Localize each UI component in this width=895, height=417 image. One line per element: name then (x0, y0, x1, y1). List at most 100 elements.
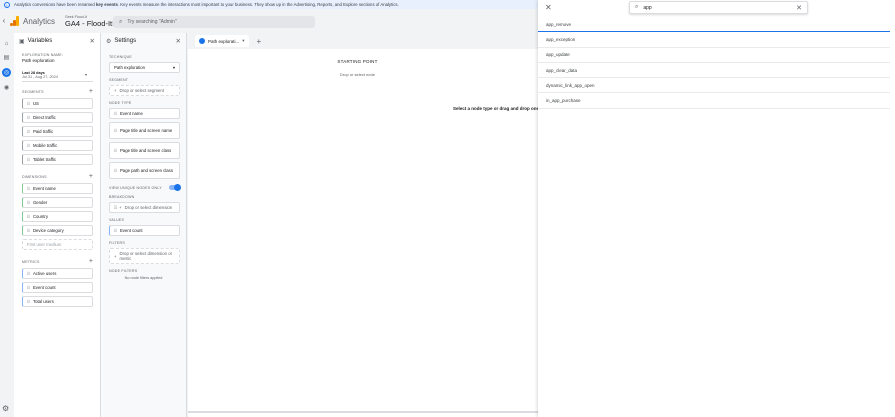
drag-handle-icon: ⠿ (27, 285, 30, 290)
explore-icon[interactable]: ◎ (2, 68, 11, 77)
segment-chip[interactable]: ⠿ Direct traffic (22, 112, 93, 123)
node-filters-label: NODE FILTERS (109, 269, 138, 273)
drag-handle-icon: ⠿ (27, 299, 30, 304)
exploration-name[interactable]: Path exploration (22, 58, 100, 63)
drag-handle-icon: ⠿ (114, 148, 117, 153)
app-header: ‹ Analytics Geek Flood-It GA4 - Flood-It… (0, 9, 538, 33)
dimension-chip-label: Event name (32, 186, 56, 191)
segment-chip[interactable]: ⠿ US (22, 98, 93, 109)
chevron-down-icon[interactable]: ▾ (242, 38, 244, 44)
add-metric-icon[interactable]: + (89, 258, 93, 265)
segment-chip-label: Mobile traffic (32, 143, 58, 148)
search-bar[interactable]: ⌕ Try searching "Admin" (113, 16, 315, 28)
filters-add-label: Drop or select dimension or metric (119, 251, 173, 261)
exploration-canvas: Path explorati... ▾ + STARTING POINT Dro… (188, 33, 544, 417)
exploration-name-label: EXPLORATION NAME: (22, 53, 64, 57)
node-type-chip[interactable]: ⠿ Page title and screen class (109, 142, 180, 159)
horizontal-scrollbar[interactable] (188, 411, 538, 413)
node-type-label: Page title and screen class (119, 148, 172, 153)
close-icon[interactable]: ✕ (90, 37, 95, 45)
dimension-chip[interactable]: ⠿ Gender (22, 197, 93, 208)
node-result-item[interactable]: app_remove (538, 17, 890, 33)
reports-icon[interactable]: ▤ (2, 53, 11, 62)
metric-chip-label: Event count (32, 285, 56, 290)
tab-label: Path explorati... (208, 38, 240, 44)
dimension-list: ⠿ Event name ⠿ Gender ⠿ Country ⠿ Device catego… (14, 183, 100, 236)
technique-label: TECHNIQUE (109, 55, 132, 59)
node-type-list: ⠿ Event name ⠿ Page title and screen name ⠿ P… (101, 108, 186, 179)
node-type-chip[interactable]: ⠿ Page path and screen class (109, 162, 180, 179)
home-icon[interactable]: ⌂ (2, 39, 11, 48)
drag-handle-icon: ⠿ (27, 271, 30, 276)
metric-chip[interactable]: ⠿ Event count (22, 282, 93, 293)
drag-handle-icon: ⠿ (27, 228, 30, 233)
analytics-logo-icon[interactable] (10, 16, 19, 26)
date-range-picker[interactable]: Last 28 days Jul 31 - Aug 27, 2024 ▾ (22, 69, 93, 82)
clear-icon[interactable]: ✕ (796, 4, 802, 12)
breakdown-add-label: Drop or select dimension (124, 205, 173, 210)
variables-panel: ▣ Variables ✕ EXPLORATION NAME: Path exp… (14, 33, 101, 417)
starting-point-label: STARTING POINT (337, 59, 378, 64)
add-segment-icon[interactable]: + (89, 88, 93, 95)
metric-chip[interactable]: ⠿ Active users (22, 268, 93, 279)
dimension-placeholder[interactable]: First user medium (22, 239, 93, 250)
tab-path-exploration[interactable]: Path explorati... ▾ (195, 35, 249, 47)
node-result-item[interactable]: dynamic_link_app_open (538, 78, 890, 94)
drag-handle-icon: ⠿ (114, 228, 117, 233)
metric-list: ⠿ Active users ⠿ Event count ⠿ Total users (14, 268, 100, 307)
node-result-item[interactable]: app_clear_data (538, 63, 890, 79)
segment-chip-label: Tablet traffic (32, 157, 57, 162)
node-type-chip[interactable]: ⠿ Event name (109, 108, 180, 119)
node-result-item[interactable]: app_update (538, 48, 890, 63)
node-results-list: app_remove app_exception app_update app_cle… (538, 17, 890, 109)
back-arrow-icon[interactable]: ‹ (0, 17, 8, 25)
dimension-chip[interactable]: ⠿ Country (22, 211, 93, 222)
dimension-chip-label: Device category (32, 228, 64, 233)
canvas-hint: Select a node type or drag and drop one … (453, 106, 544, 111)
close-icon[interactable]: ✕ (545, 3, 552, 12)
close-icon[interactable]: ✕ (176, 37, 181, 45)
property-picker[interactable]: Geek Flood-It GA4 - Flood-It! (65, 15, 114, 28)
node-result-item[interactable]: app_exception (538, 32, 890, 48)
dimensions-label: DIMENSIONS (22, 174, 47, 179)
segment-chip[interactable]: ⠿ Mobile traffic (22, 140, 93, 151)
node-filters-empty: No node filters applied (124, 276, 163, 280)
dimension-chip-label: Gender (32, 200, 48, 205)
technique-select[interactable]: Path exploration ▾ (109, 62, 180, 73)
value-chip[interactable]: ⠿ Event count (109, 225, 180, 236)
dropdown-arrow-icon: ▾ (84, 72, 87, 77)
admin-gear-icon[interactable]: ⚙ (2, 404, 9, 413)
path-exploration-icon (199, 38, 205, 44)
view-unique-toggle[interactable] (169, 183, 181, 191)
segment-chip[interactable]: ⠿ Tablet traffic (22, 154, 93, 165)
segment-chip[interactable]: ⠿ Paid traffic (22, 126, 93, 137)
node-type-label: Event name (119, 111, 143, 116)
chevron-down-icon: ▾ (172, 64, 175, 70)
dimension-chip[interactable]: ⠿ Event name (22, 183, 93, 194)
metrics-label: METRICS (22, 259, 40, 264)
node-search-value[interactable]: app (643, 5, 796, 11)
breakdown-drop-zone[interactable]: ⠿ + Drop or select dimension (109, 202, 180, 213)
drag-handle-icon: ⠿ (27, 101, 30, 106)
add-tab-icon[interactable]: + (257, 37, 262, 46)
filters-drop-zone[interactable]: + Drop or select dimension or metric (109, 248, 180, 264)
add-dimension-icon[interactable]: + (89, 173, 93, 180)
dimension-chip[interactable]: ⠿ Device category (22, 225, 93, 236)
starting-point-column[interactable]: STARTING POINT Drop or select node (306, 59, 409, 77)
metric-chip[interactable]: ⠿ Total users (22, 296, 93, 307)
node-result-item[interactable]: in_app_purchase (538, 93, 890, 109)
variables-title: Variables (27, 38, 53, 44)
segment-chip-label: Direct traffic (32, 115, 56, 120)
segment-list: ⠿ US ⠿ Direct traffic ⠿ Paid traffic ⠿ Mobile t… (14, 98, 100, 165)
left-nav-rail: ⌂ ▤ ◎ ◉ (0, 33, 14, 417)
segment-drop-zone[interactable]: + Drop or select segment (109, 85, 180, 96)
advertising-icon[interactable]: ◉ (2, 83, 11, 92)
property-name: GA4 - Flood-It! (65, 18, 115, 28)
drag-handle-icon: ⠿ (27, 157, 30, 162)
node-type-chip[interactable]: ⠿ Page title and screen name (109, 122, 180, 139)
banner-bold: key events (95, 2, 118, 7)
dimension-chip-label: Country (32, 214, 48, 219)
drag-handle-icon: ⠿ (27, 115, 30, 120)
node-search-field[interactable]: ⌕ app ✕ (629, 1, 808, 14)
drag-handle-icon: ⠿ (114, 111, 117, 116)
